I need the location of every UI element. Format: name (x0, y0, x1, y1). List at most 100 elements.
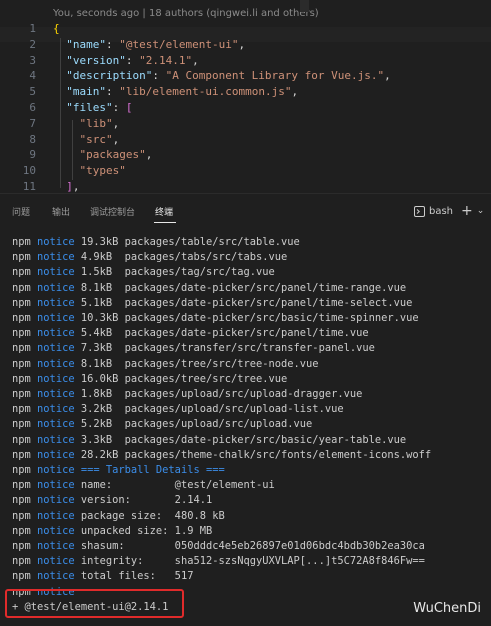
code-token: { (53, 22, 60, 35)
code-token: , (384, 69, 391, 83)
line-number: 9 (29, 148, 36, 162)
line-number: 10 (22, 164, 36, 178)
terminal-line: npm notice 8.1kB packages/tree/src/tree-… (12, 358, 319, 370)
code-token: "version" (66, 53, 126, 67)
terminal-line: npm notice === Tarball Details === (12, 464, 225, 476)
shell-name: bash (429, 205, 454, 217)
line-prefix: npm (12, 570, 31, 583)
terminal-output[interactable]: npm notice 19.3kB packages/table/src/tab… (0, 226, 491, 626)
line-text: 28.2kB packages/theme-chalk/src/fonts/el… (74, 448, 432, 461)
line-prefix: npm (12, 236, 31, 248)
terminal-line: npm notice 5.1kB packages/date-picker/sr… (12, 297, 412, 309)
line-number: 8 (29, 132, 36, 146)
code-token: "src" (79, 132, 113, 146)
line-prefix: npm (12, 555, 31, 568)
code-token: "@test/element-ui" (119, 37, 239, 51)
code-token: : (152, 69, 166, 83)
code-line: ], (53, 180, 79, 193)
line-text: === Tarball Details === (74, 464, 225, 476)
log-level: notice (37, 251, 75, 264)
log-level: notice (37, 524, 75, 537)
line-prefix: npm (12, 418, 31, 431)
code-token: : (125, 53, 140, 67)
log-level: notice (37, 570, 75, 583)
log-level: notice (37, 403, 75, 416)
line-number: 11 (22, 180, 36, 193)
terminal-line: npm notice name: @test/element-ui (12, 479, 275, 491)
code-token: "main" (66, 85, 106, 99)
line-prefix: npm (12, 448, 31, 461)
line-text: 1.5kB packages/tag/src/tag.vue (74, 266, 275, 279)
line-prefix: npm (12, 296, 31, 309)
terminal-line: npm notice 19.3kB packages/table/src/tab… (12, 236, 300, 248)
log-level: notice (37, 372, 75, 385)
highlight-box (5, 589, 184, 618)
code-line: "src", (53, 132, 120, 146)
terminal-line: npm notice 8.1kB packages/date-picker/sr… (12, 282, 406, 294)
line-text: 16.0kB packages/tree/src/tree.vue (74, 372, 288, 385)
code-token: , (192, 53, 199, 67)
line-text: 5.4kB packages/date-picker/src/panel/tim… (74, 327, 369, 340)
line-text: name: @test/element-ui (74, 479, 275, 492)
log-level: notice (37, 433, 75, 446)
line-prefix: npm (12, 342, 31, 355)
line-prefix: npm (12, 388, 31, 400)
tab-output[interactable]: 输出 (52, 205, 70, 218)
terminal-line: npm notice 1.5kB packages/tag/src/tag.vu… (12, 266, 275, 278)
line-prefix: npm (12, 494, 31, 507)
line-number: 1 (29, 22, 36, 35)
log-level: notice (37, 494, 75, 507)
panel-tab-bar: 问题 输出 调试控制台 终端 bash + ⌄ (0, 193, 491, 226)
editor-scroll-indicator (300, 0, 309, 12)
line-number: 6 (29, 101, 36, 114)
code-editor[interactable]: You, seconds ago | 18 authors (qingwei.l… (0, 0, 491, 193)
line-prefix: npm (12, 433, 31, 446)
chevron-down-icon[interactable]: ⌄ (477, 206, 485, 216)
line-text: unpacked size: 1.9 MB (74, 524, 213, 537)
code-token: : (112, 101, 126, 114)
code-token: [ (125, 101, 133, 114)
line-text: 5.2kB packages/upload/src/upload.vue (74, 418, 313, 431)
line-prefix: npm (12, 327, 31, 340)
code-line: "name": "@test/element-ui", (53, 38, 245, 51)
terminal-line: npm notice 16.0kB packages/tree/src/tree… (12, 373, 287, 385)
tab-problems[interactable]: 问题 (12, 205, 30, 218)
terminal-line: npm notice 28.2kB packages/theme-chalk/s… (12, 449, 431, 461)
terminal-shell-selector[interactable]: bash + ⌄ (414, 204, 484, 218)
line-text: 4.9kB packages/tabs/src/tabs.vue (74, 251, 288, 264)
line-text: 7.3kB packages/transfer/src/transfer-pan… (74, 342, 375, 355)
line-prefix: npm (12, 281, 31, 294)
new-terminal-button[interactable]: + (461, 204, 473, 218)
code-token: "name" (66, 37, 106, 51)
code-token: , (291, 85, 299, 99)
code-line: { (53, 22, 60, 35)
tab-terminal[interactable]: 终端 (155, 205, 173, 218)
line-prefix: npm (12, 479, 31, 492)
code-token: "files" (66, 101, 113, 114)
log-level: notice (37, 312, 75, 324)
line-text: 19.3kB packages/table/src/table.vue (74, 236, 300, 248)
git-blame-annotation[interactable]: You, seconds ago | 18 authors (qingwei.l… (53, 8, 319, 19)
code-line: "version": "2.14.1", (53, 53, 199, 67)
line-text: 5.1kB packages/date-picker/src/panel/tim… (74, 296, 413, 309)
tab-debug-console[interactable]: 调试控制台 (90, 205, 135, 218)
active-tab-indicator (154, 222, 176, 223)
line-prefix: npm (12, 357, 31, 370)
code-token: "2.14.1" (139, 53, 193, 67)
terminal-line: npm notice version: 2.14.1 (12, 494, 212, 506)
line-prefix: npm (12, 403, 31, 416)
code-token: "types" (79, 164, 126, 178)
code-line: "packages", (53, 148, 153, 161)
terminal-line: npm notice 4.9kB packages/tabs/src/tabs.… (12, 251, 287, 263)
line-text: 8.1kB packages/tree/src/tree-node.vue (74, 357, 319, 370)
code-token: : (106, 85, 120, 99)
terminal-line: npm notice 1.8kB packages/upload/src/upl… (12, 388, 362, 400)
watermark: WuChenDi (413, 601, 481, 616)
code-token: ] (66, 180, 73, 193)
